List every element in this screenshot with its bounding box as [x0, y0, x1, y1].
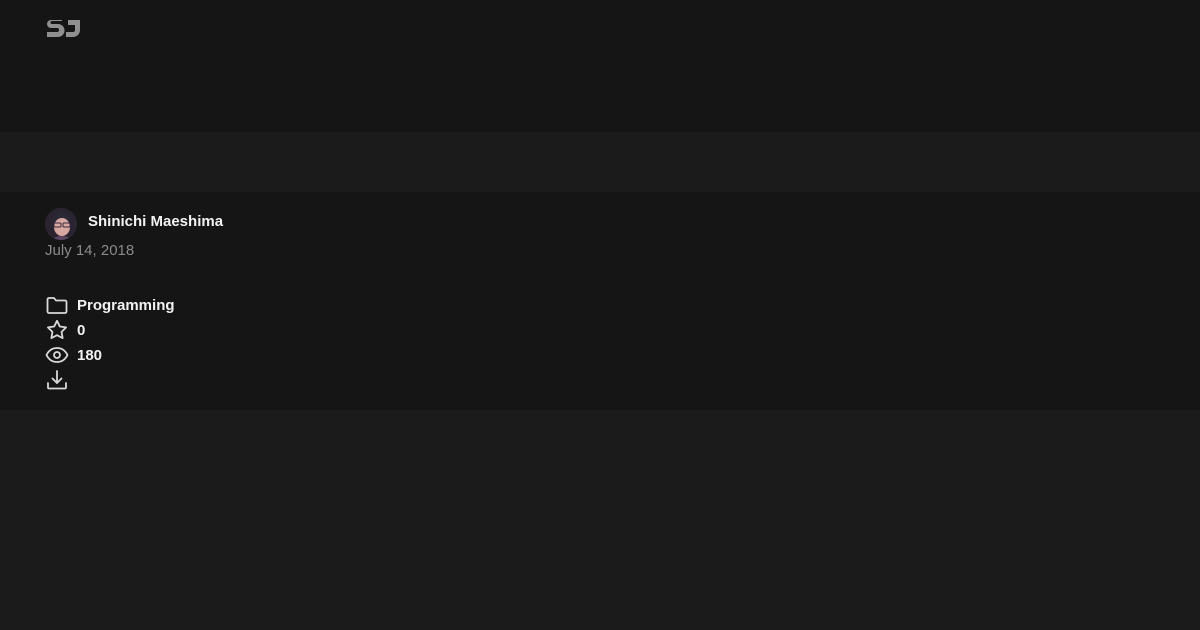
author-name[interactable]: Shinichi Maeshima	[88, 213, 223, 230]
view-count: 180	[77, 346, 103, 364]
star-icon[interactable]	[45, 318, 69, 342]
download-row[interactable]	[45, 368, 69, 392]
views-row: 180	[45, 343, 102, 367]
sj-logo-icon[interactable]	[45, 16, 83, 40]
header-bar	[0, 0, 1200, 132]
folder-icon	[45, 293, 69, 317]
category-row[interactable]: Programming	[45, 293, 175, 317]
star-count: 0	[77, 321, 86, 339]
category-label[interactable]: Programming	[77, 297, 175, 314]
author-avatar[interactable]	[45, 208, 77, 240]
download-icon[interactable]	[45, 368, 69, 392]
post-date: July 14, 2018	[45, 242, 135, 259]
eye-icon	[45, 343, 69, 367]
star-row[interactable]: 0	[45, 318, 85, 342]
content-area	[0, 410, 1200, 630]
title-area	[0, 132, 1200, 192]
